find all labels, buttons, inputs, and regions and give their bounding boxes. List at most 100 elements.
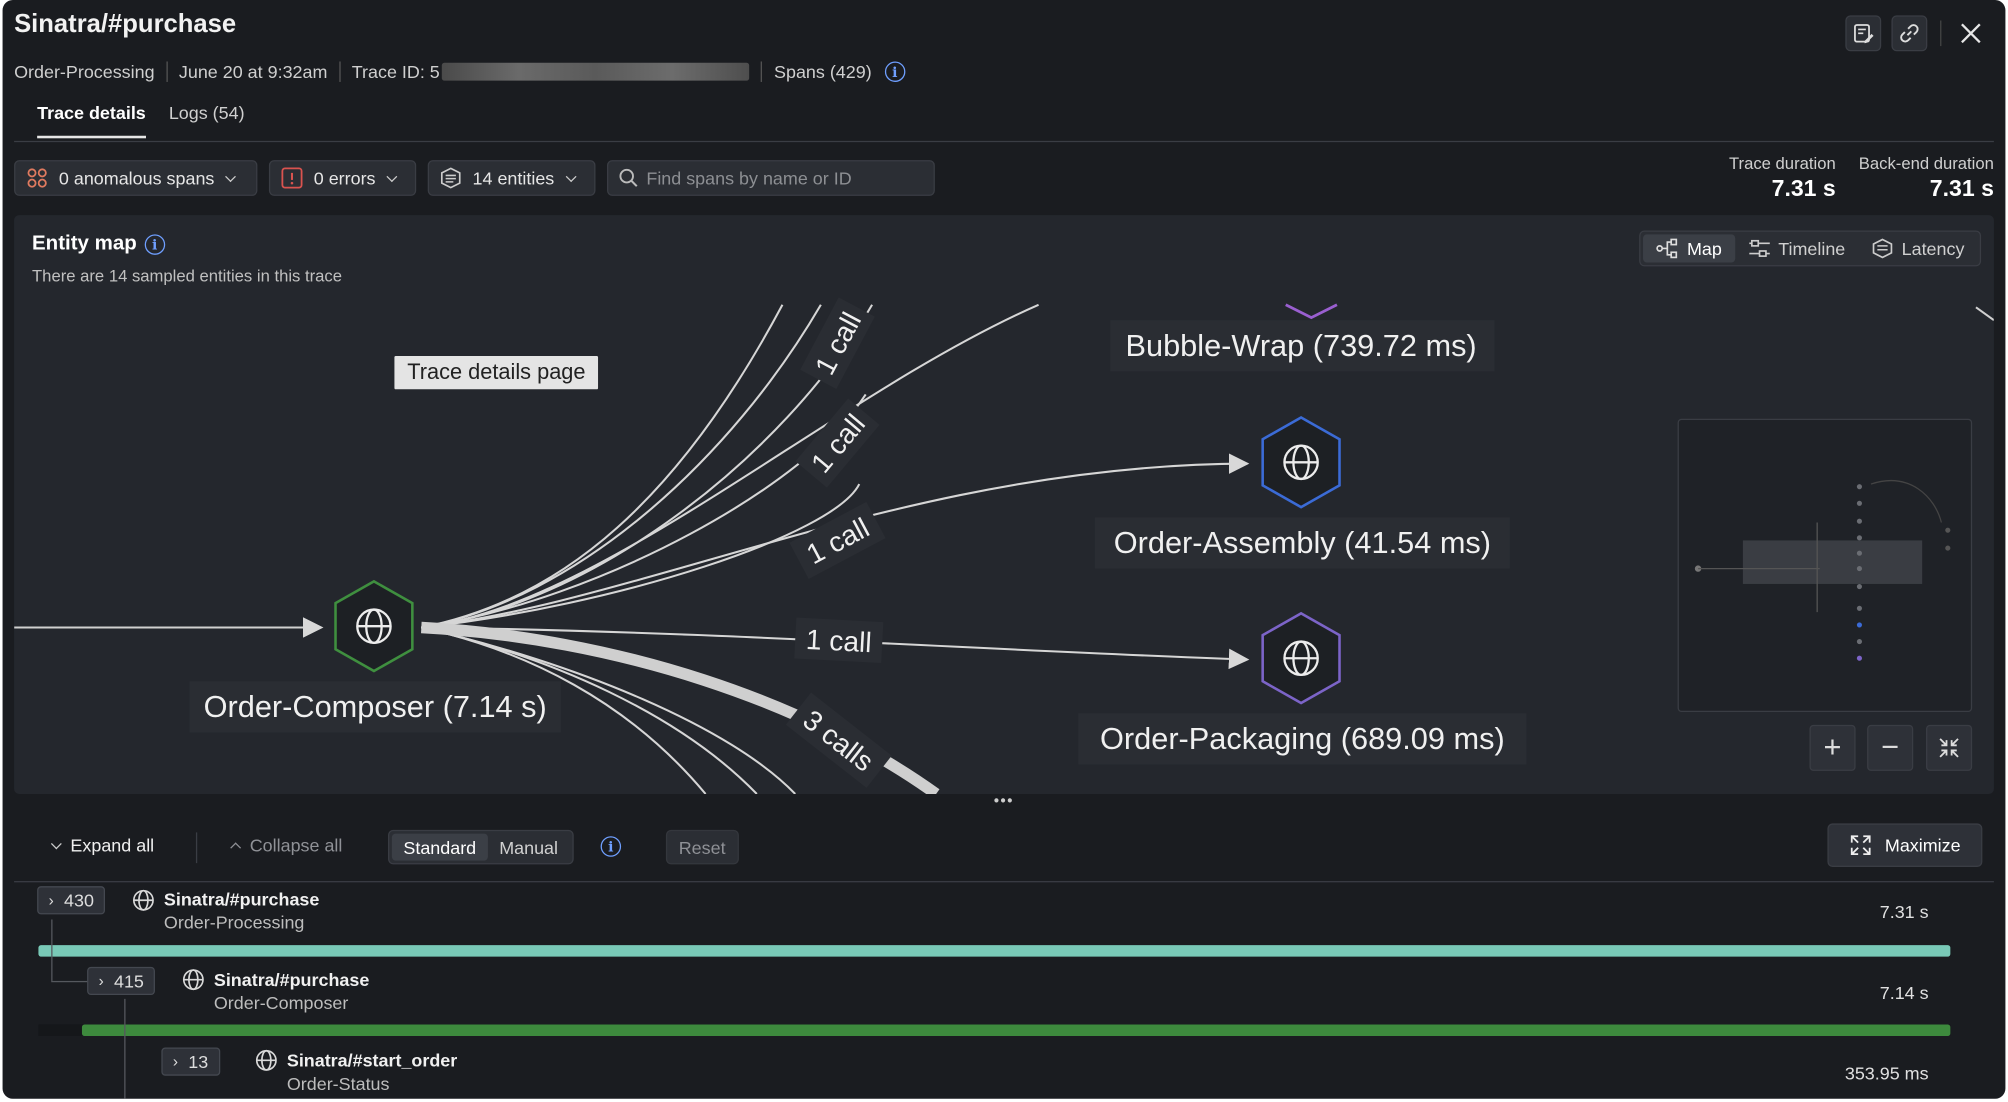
span-search[interactable] — [607, 160, 935, 196]
edge-label[interactable]: 1 call — [795, 398, 880, 488]
collapse-arrows-icon — [1939, 738, 1959, 758]
separator — [195, 832, 198, 864]
info-icon[interactable]: i — [144, 234, 165, 255]
errors-label: 0 errors — [313, 167, 376, 189]
info-icon[interactable]: i — [884, 61, 906, 82]
separator — [338, 61, 341, 82]
anomalous-spans-filter[interactable]: 0 anomalous spans — [14, 160, 258, 196]
entity-map-title: Entity map i — [32, 233, 165, 256]
entity-map: 1 call 1 call 1 call 1 call 3 calls Orde… — [14, 215, 1994, 794]
mode-manual[interactable]: Manual — [488, 834, 570, 861]
child-count: 415 — [113, 970, 144, 992]
entities-label: 14 entities — [472, 167, 555, 189]
span-name: Sinatra/#start_order — [286, 1050, 458, 1071]
globe-icon — [132, 889, 154, 911]
entity-node-label: Order-Composer (7.14 s) — [204, 689, 547, 724]
edit-notes-icon — [1854, 24, 1874, 44]
separator — [166, 61, 168, 82]
plus-icon: + — [1823, 729, 1842, 765]
span-name: Sinatra/#purchase — [213, 969, 370, 990]
view-latency[interactable]: Latency — [1858, 234, 1977, 262]
chevron-up-icon — [230, 842, 242, 854]
trace-duration-value: 7.31 s — [1771, 175, 1836, 202]
globe-icon — [182, 969, 204, 991]
header-actions — [1845, 15, 1987, 52]
separator — [1940, 20, 1942, 47]
link-icon — [1900, 24, 1919, 43]
resize-handle[interactable]: ••• — [994, 791, 1014, 809]
expand-all-label: Expand all — [70, 834, 155, 856]
view-map[interactable]: Map — [1643, 234, 1735, 263]
mode-standard[interactable]: Standard — [391, 833, 488, 861]
offscreen-edge — [1975, 306, 1994, 321]
entity-node-label: Bubble-Wrap (739.72 ms) — [1126, 328, 1477, 363]
chevron-down-icon — [565, 170, 577, 182]
span-service: Order-Status — [286, 1073, 390, 1094]
span-bar — [38, 945, 1951, 957]
tree-mode-switcher: Standard Manual — [388, 829, 574, 865]
minimap[interactable] — [1677, 418, 1973, 713]
expand-toggle[interactable]: › 415 — [87, 966, 156, 996]
tooltip: Trace details page — [394, 356, 599, 390]
entity-node-bubble-wrap[interactable]: Bubble-Wrap (739.72 ms) — [1110, 303, 1495, 372]
expand-toggle[interactable]: › 430 — [37, 886, 106, 915]
zoom-in-button[interactable]: + — [1809, 724, 1856, 771]
error-icon — [281, 167, 303, 189]
edge-label[interactable]: 3 calls — [785, 692, 892, 788]
tab-logs[interactable]: Logs (54) — [169, 102, 245, 138]
chevron-right-icon: › — [172, 1052, 179, 1071]
fit-view-button[interactable] — [1926, 724, 1973, 771]
edge-label[interactable]: 1 call — [800, 297, 875, 390]
entity-node-order-packaging[interactable]: Order-Packaging (689.09 ms) — [1078, 611, 1527, 765]
span-service: Order-Processing — [163, 911, 305, 933]
reset-button[interactable]: Reset — [665, 829, 739, 865]
span-service: Order-Composer — [213, 992, 349, 1013]
view-map-label: Map — [1686, 238, 1722, 259]
trace-id-label: Trace ID: 5 — [351, 61, 440, 82]
close-button[interactable] — [1954, 17, 1987, 50]
maximize-button[interactable]: Maximize — [1827, 823, 1983, 867]
span-name: Sinatra/#purchase — [163, 888, 320, 910]
edge-label[interactable]: 1 call — [789, 501, 886, 579]
span-duration: 7.14 s — [1879, 982, 1929, 1003]
divider — [14, 881, 1994, 883]
entities-filter[interactable]: 14 entities — [427, 160, 596, 196]
info-icon[interactable]: i — [600, 836, 622, 857]
service-name: Order-Processing — [14, 61, 155, 82]
trace-duration-label: Trace duration — [1728, 153, 1836, 173]
copy-link-button[interactable] — [1891, 15, 1928, 52]
view-timeline[interactable]: Timeline — [1735, 234, 1858, 262]
span-row[interactable]: › 13 Sinatra/#start_order Order-Status 35… — [14, 1044, 1994, 1099]
entity-node-order-assembly[interactable]: Order-Assembly (41.54 ms) — [1094, 416, 1510, 569]
search-icon — [619, 168, 638, 187]
span-duration: 7.31 s — [1879, 901, 1929, 923]
map-icon — [1656, 238, 1678, 259]
edge-label[interactable]: 1 call — [794, 617, 884, 664]
notes-button[interactable] — [1845, 15, 1882, 52]
errors-filter[interactable]: 0 errors — [268, 160, 417, 196]
filter-bar: 0 anomalous spans 0 errors 14 entities — [14, 160, 935, 196]
entity-map-subtitle: There are 14 sampled entities in this tr… — [32, 266, 343, 286]
expand-toggle[interactable]: › 13 — [161, 1047, 220, 1076]
latency-icon — [1872, 238, 1893, 259]
search-input[interactable] — [646, 167, 924, 189]
trace-details-panel: Sinatra/#purchase Order-Processing June … — [2, 0, 2006, 1099]
minus-icon: − — [1881, 729, 1900, 765]
trace-id-redacted — [442, 62, 750, 81]
edge-label-text: 1 call — [805, 623, 872, 658]
trace-meta: Order-Processing June 20 at 9:32am Trace… — [14, 61, 906, 82]
zoom-out-button[interactable]: − — [1867, 724, 1914, 771]
view-latency-label: Latency — [1901, 238, 1965, 259]
span-row[interactable]: › 430 Sinatra/#purchase Order-Processing … — [14, 884, 1994, 961]
entity-node-order-composer[interactable]: Order-Composer (7.14 s) — [189, 579, 561, 733]
backend-duration-label: Back-end duration — [1858, 153, 1994, 173]
tab-bar: Trace details Logs (54) — [37, 102, 245, 139]
backend-duration-value: 7.31 s — [1929, 175, 1994, 202]
entity-map-title-text: Entity map — [32, 233, 137, 255]
child-count: 13 — [188, 1051, 209, 1072]
chevron-right-icon: › — [98, 971, 104, 990]
tab-trace-details[interactable]: Trace details — [37, 102, 146, 139]
span-row[interactable]: › 415 Sinatra/#purchase Order-Composer 7.… — [14, 963, 1994, 1040]
collapse-all-button[interactable]: Collapse all — [229, 827, 342, 863]
expand-all-button[interactable]: Expand all — [50, 827, 154, 863]
